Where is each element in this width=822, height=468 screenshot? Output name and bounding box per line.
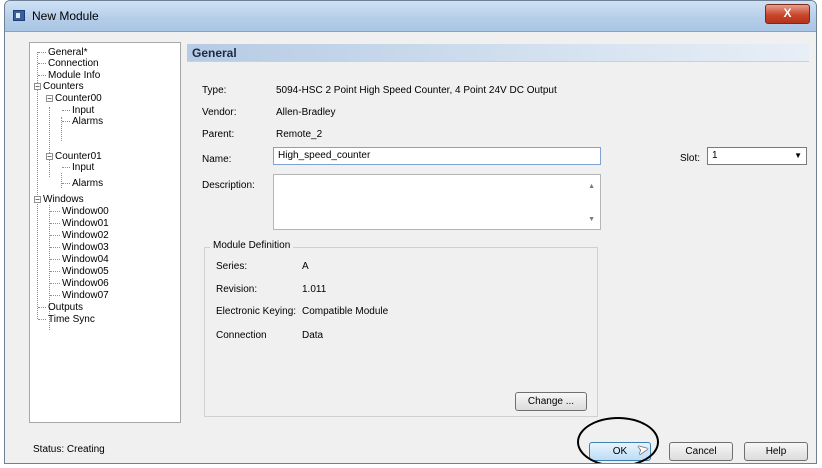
new-module-dialog: New Module X General* Connection Module …	[4, 0, 817, 464]
tree-line	[50, 283, 60, 284]
tree-item-window06[interactable]: Window06	[62, 278, 109, 289]
collapse-icon[interactable]: −	[46, 95, 53, 103]
description-label: Description:	[202, 180, 255, 191]
tree-item-module-info[interactable]: Module Info	[48, 70, 100, 81]
tree-item-input[interactable]: Input	[72, 162, 94, 173]
tree-line	[37, 52, 38, 319]
module-definition-title: Module Definition	[210, 240, 294, 251]
tree-item-time-sync[interactable]: Time Sync	[48, 314, 95, 325]
help-button[interactable]: Help	[744, 442, 808, 461]
tree-line	[50, 247, 60, 248]
category-tree[interactable]: General* Connection Module Info − Counte…	[29, 42, 181, 423]
series-label: Series:	[216, 261, 248, 272]
window-title: New Module	[32, 9, 99, 23]
tree-line	[50, 259, 60, 260]
parent-value: Remote_2	[276, 129, 323, 140]
tree-item-window07[interactable]: Window07	[62, 290, 109, 301]
tree-item-general[interactable]: General*	[48, 47, 87, 58]
tree-line	[50, 211, 60, 212]
tree-item-alarms[interactable]: Alarms	[72, 116, 103, 127]
slot-select[interactable]: 1 ▼	[707, 147, 807, 165]
tree-line	[49, 107, 50, 177]
tree-line	[38, 52, 46, 53]
revision-label: Revision:	[216, 284, 258, 295]
slot-label: Slot:	[680, 153, 701, 164]
tree-item-window04[interactable]: Window04	[62, 254, 109, 265]
status-text: Status: Creating	[33, 444, 105, 455]
tree-item-window00[interactable]: Window00	[62, 206, 109, 217]
name-input[interactable]: High_speed_counter	[273, 147, 601, 165]
tree-item-windows[interactable]: Windows	[43, 194, 84, 205]
tree-item-window03[interactable]: Window03	[62, 242, 109, 253]
cancel-button[interactable]: Cancel	[669, 442, 733, 461]
window-icon	[13, 10, 25, 21]
tree-item-alarms[interactable]: Alarms	[72, 178, 103, 189]
tree-line	[38, 63, 46, 64]
revision-value: 1.011	[302, 284, 327, 295]
scroll-down-icon[interactable]: ▼	[588, 216, 595, 223]
keying-value: Compatible Module	[302, 306, 389, 317]
connection-label: Connection	[216, 330, 267, 341]
chevron-down-icon: ▼	[794, 151, 802, 160]
tree-item-window02[interactable]: Window02	[62, 230, 109, 241]
scroll-up-icon[interactable]: ▲	[588, 183, 595, 190]
title-bar[interactable]: New Module X	[5, 1, 816, 32]
tree-line	[50, 223, 60, 224]
collapse-icon[interactable]: −	[34, 83, 41, 91]
type-label: Type:	[202, 85, 227, 96]
tree-item-window01[interactable]: Window01	[62, 218, 109, 229]
type-value: 5094-HSC 2 Point High Speed Counter, 4 P…	[276, 85, 557, 96]
tree-line	[61, 173, 62, 188]
tree-item-window05[interactable]: Window05	[62, 266, 109, 277]
tree-line	[38, 307, 46, 308]
tree-line	[38, 319, 46, 320]
tree-line	[62, 167, 70, 168]
mouse-pointer-icon: ➤	[635, 440, 650, 458]
collapse-icon[interactable]: −	[34, 196, 41, 204]
close-button[interactable]: X	[765, 4, 810, 24]
tree-line	[62, 121, 70, 122]
panel-header: General	[187, 44, 809, 62]
vendor-label: Vendor:	[202, 107, 237, 118]
tree-item-outputs[interactable]: Outputs	[48, 302, 83, 313]
series-value: A	[302, 261, 309, 272]
collapse-icon[interactable]: −	[46, 153, 53, 161]
slot-value: 1	[712, 150, 718, 161]
panel-title: General	[192, 46, 237, 60]
tree-line	[62, 183, 70, 184]
parent-label: Parent:	[202, 129, 235, 140]
tree-line	[62, 110, 70, 111]
tree-item-counter00[interactable]: Counter00	[55, 93, 102, 104]
tree-item-counter01[interactable]: Counter01	[55, 151, 102, 162]
connection-value: Data	[302, 330, 324, 341]
tree-line	[50, 295, 60, 296]
tree-item-counters[interactable]: Counters	[43, 81, 84, 92]
tree-line	[50, 235, 60, 236]
vendor-value: Allen-Bradley	[276, 107, 336, 118]
change-button[interactable]: Change ...	[515, 392, 587, 411]
tree-line	[38, 75, 46, 76]
tree-item-input[interactable]: Input	[72, 105, 94, 116]
tree-line	[50, 271, 60, 272]
description-input[interactable]: ▲ ▼	[273, 174, 601, 230]
tree-item-connection[interactable]: Connection	[48, 58, 99, 69]
keying-label: Electronic Keying:	[216, 306, 297, 317]
name-label: Name:	[202, 154, 232, 165]
